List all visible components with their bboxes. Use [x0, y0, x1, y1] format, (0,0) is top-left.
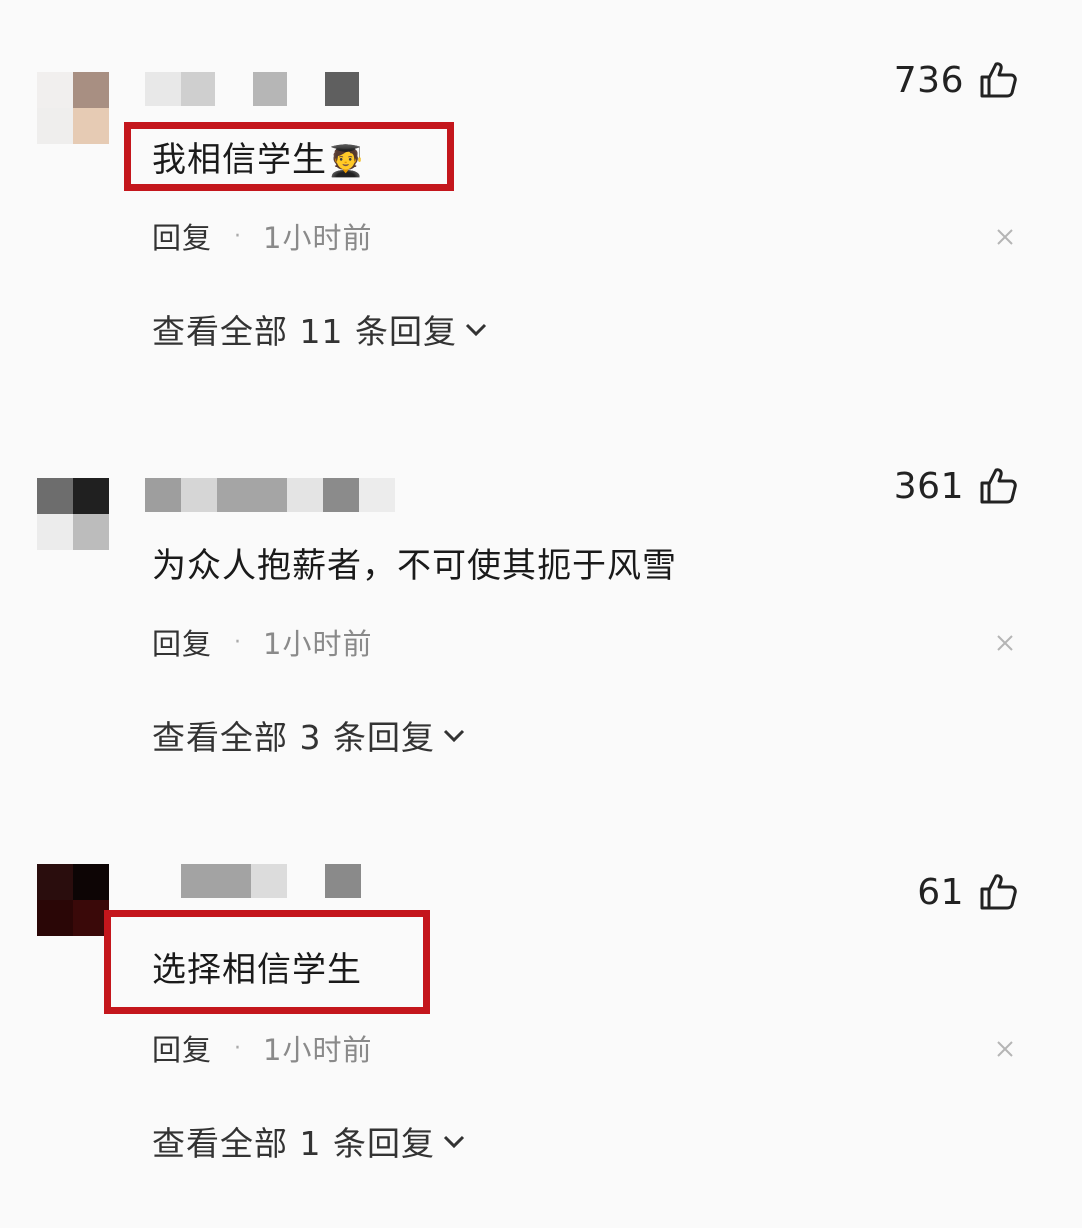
separator-dot: ·	[234, 629, 242, 655]
thumbs-up-icon[interactable]	[978, 60, 1018, 100]
timestamp: 1小时前	[263, 1033, 373, 1067]
comment-text: 为众人抱薪者，不可使其扼于风雪	[152, 546, 677, 586]
view-replies-button[interactable]: 查看全部 3 条回复	[152, 710, 467, 760]
username-mosaic[interactable]	[145, 864, 405, 898]
graduate-emoji: 🧑‍🎓	[327, 144, 366, 179]
timestamp: 1小时前	[263, 627, 373, 661]
like-count: 61	[917, 871, 964, 913]
thumbs-up-icon[interactable]	[978, 466, 1018, 506]
separator-dot: ·	[234, 1035, 242, 1061]
comment-text: 选择相信学生	[152, 950, 362, 990]
chevron-down-icon	[465, 323, 487, 337]
view-replies-button[interactable]: 查看全部 1 条回复	[152, 1116, 467, 1166]
reply-button[interactable]: 回复	[152, 621, 212, 663]
reply-button[interactable]: 回复	[152, 215, 212, 257]
comment-meta: 回复 · 1小时前	[152, 1026, 372, 1070]
comment-item: 361 为众人抱薪者，不可使其扼于风雪 回复 · 1小时前 查看全部 3 条回复	[0, 406, 1082, 806]
thumbs-up-icon[interactable]	[978, 872, 1018, 912]
comment-item: 61 选择相信学生 回复 · 1小时前 查看全部 1 条回复	[0, 812, 1082, 1212]
like-count: 736	[893, 59, 964, 101]
close-icon[interactable]	[996, 634, 1014, 652]
close-icon[interactable]	[996, 228, 1014, 246]
comment-list: 736 我相信学生🧑‍🎓 回复 · 1小时前 查看全部 11 条回复	[0, 0, 1082, 1228]
comment-item: 736 我相信学生🧑‍🎓 回复 · 1小时前 查看全部 11 条回复	[0, 0, 1082, 400]
like-control[interactable]: 61	[917, 870, 1018, 914]
avatar[interactable]	[37, 478, 109, 550]
like-count: 361	[893, 465, 964, 507]
like-control[interactable]: 736	[894, 58, 1018, 102]
view-replies-button[interactable]: 查看全部 11 条回复	[152, 304, 489, 354]
avatar[interactable]	[37, 72, 109, 144]
chevron-down-icon	[443, 729, 465, 743]
like-control[interactable]: 361	[894, 464, 1018, 508]
username-mosaic[interactable]	[145, 72, 405, 106]
comment-meta: 回复 · 1小时前	[152, 214, 372, 258]
comment-text: 我相信学生🧑‍🎓	[152, 140, 366, 180]
close-icon[interactable]	[996, 1040, 1014, 1058]
avatar[interactable]	[37, 864, 109, 936]
reply-button[interactable]: 回复	[152, 1027, 212, 1069]
separator-dot: ·	[234, 223, 242, 249]
timestamp: 1小时前	[263, 221, 373, 255]
chevron-down-icon	[443, 1135, 465, 1149]
comment-meta: 回复 · 1小时前	[152, 620, 372, 664]
username-mosaic[interactable]	[145, 478, 405, 512]
